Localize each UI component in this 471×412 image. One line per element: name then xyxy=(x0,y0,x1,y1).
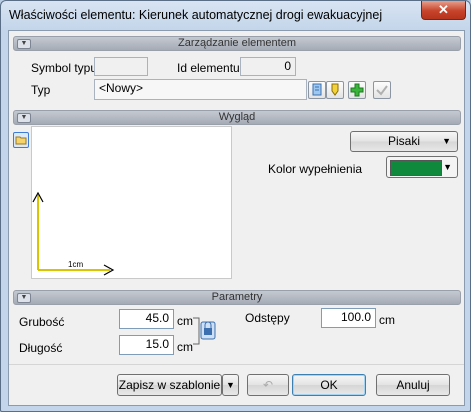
thickness-unit: cm xyxy=(177,314,193,328)
type-field[interactable]: <Nowy> xyxy=(94,79,307,100)
type-value: <Nowy> xyxy=(99,81,144,95)
section-management-header[interactable]: ▼ Zarządzanie elementem xyxy=(13,36,461,51)
symbol-field[interactable] xyxy=(94,57,148,76)
close-button[interactable]: ✕ xyxy=(421,1,466,20)
folder-icon xyxy=(15,136,27,145)
id-label: Id elementu xyxy=(177,61,240,75)
undo-button[interactable]: ↶ xyxy=(247,374,289,396)
title-bar[interactable]: Właściwości elementu: Kierunek automatyc… xyxy=(1,1,470,29)
length-label: Długość xyxy=(19,341,63,355)
dialog-body: ▼ Zarządzanie elementem Symbol typu Id e… xyxy=(8,30,465,406)
plus-icon xyxy=(350,83,364,97)
thickness-input[interactable]: 45.0 xyxy=(119,309,174,329)
save-template-dropdown[interactable]: ▼ xyxy=(222,374,239,396)
spacing-input[interactable]: 100.0 xyxy=(321,308,376,328)
collapse-icon[interactable]: ▼ xyxy=(17,113,31,123)
dropper-icon xyxy=(331,83,339,96)
add-type-button[interactable] xyxy=(348,81,366,99)
collapse-icon[interactable]: ▼ xyxy=(17,39,31,49)
pick-type-button[interactable] xyxy=(326,81,344,99)
symbol-label: Symbol typu xyxy=(31,61,98,75)
ok-button[interactable]: OK xyxy=(292,374,366,396)
thickness-label: Grubość xyxy=(19,315,65,329)
chevron-down-icon: ▼ xyxy=(226,380,235,390)
cancel-button[interactable]: Anuluj xyxy=(376,374,450,396)
length-input[interactable]: 15.0 xyxy=(119,335,174,355)
checkmark-icon xyxy=(376,85,388,96)
save-template-button[interactable]: Zapisz w szablonie xyxy=(117,374,222,396)
chevron-down-icon: ▼ xyxy=(442,136,451,146)
section-appearance-title: Wygląd xyxy=(218,111,256,123)
preview-mode-button[interactable] xyxy=(13,132,29,148)
window-title: Właściwości elementu: Kierunek automatyc… xyxy=(9,8,383,22)
section-appearance-header[interactable]: ▼ Wygląd xyxy=(13,110,461,125)
axis-preview xyxy=(32,191,115,276)
pens-button-label: Pisaki xyxy=(387,134,420,148)
spacing-label: Odstępy xyxy=(245,311,290,325)
type-label: Typ xyxy=(31,83,51,97)
section-management-title: Zarządzanie elementem xyxy=(177,37,296,49)
dialog-window: Właściwości elementu: Kierunek automatyc… xyxy=(0,0,471,412)
length-unit: cm xyxy=(177,340,193,354)
section-parameters-header[interactable]: ▼ Parametry xyxy=(13,290,461,305)
footer-divider xyxy=(9,364,464,365)
spacing-unit: cm xyxy=(379,313,395,327)
section-parameters-title: Parametry xyxy=(211,291,263,303)
accept-type-button[interactable] xyxy=(373,81,391,99)
undo-icon: ↶ xyxy=(262,378,274,392)
collapse-icon[interactable]: ▼ xyxy=(17,293,31,303)
color-swatch xyxy=(390,160,442,176)
pencil-icon xyxy=(312,83,322,96)
chevron-down-icon: ▼ xyxy=(443,162,452,172)
edit-type-button[interactable] xyxy=(308,81,326,99)
scale-label: 1cm xyxy=(68,260,84,269)
preview-canvas: 1cm xyxy=(31,126,232,279)
fill-color-label: Kolor wypełnienia xyxy=(268,162,363,176)
id-field[interactable]: 0 xyxy=(240,57,296,76)
fill-color-picker[interactable]: ▼ xyxy=(386,156,458,178)
proportion-lock-button[interactable] xyxy=(193,317,217,345)
pens-button[interactable]: Pisaki ▼ xyxy=(350,131,458,152)
